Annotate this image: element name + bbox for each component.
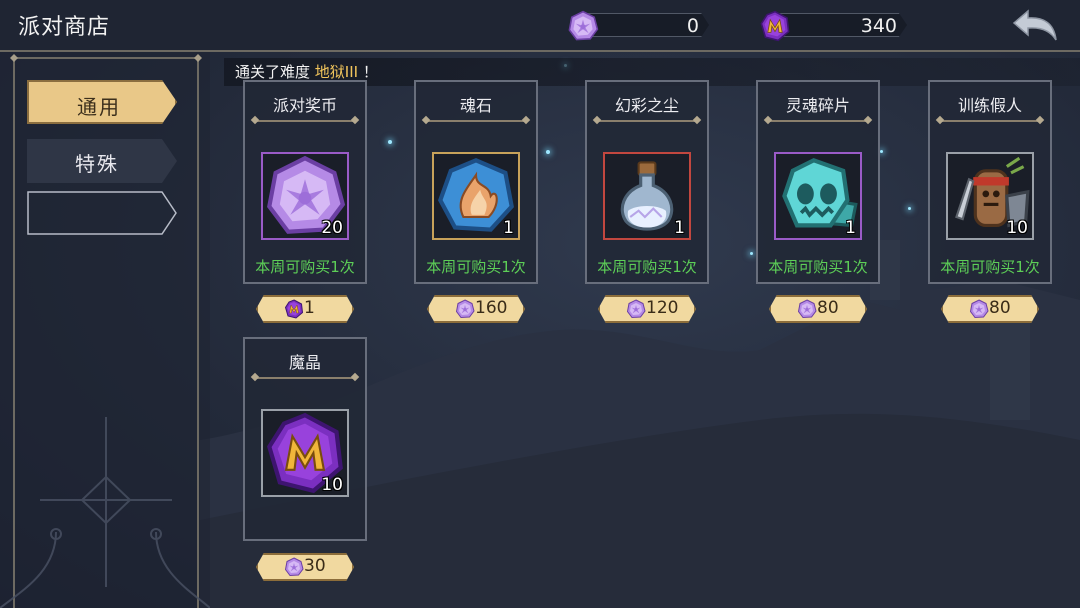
card-divider [768,120,868,122]
top-bar: 派对商店 0 340 [0,0,1080,50]
card-divider [255,377,355,379]
item-count: 10 [321,475,343,495]
currency-party-coin: 0 [567,10,717,40]
item-frame: 20 [261,152,349,240]
purchase-limit: 本周可购买1次 [768,258,868,276]
purchase-limit: 本周可购买1次 [426,258,526,276]
back-button[interactable] [1010,8,1060,44]
item-name: 魔晶 [288,353,321,372]
item-frame: 1 [432,152,520,240]
item-frame: 1 [774,152,862,240]
difficulty-highlight: 地狱III [314,63,359,81]
tab-special[interactable]: 特殊 [27,139,177,183]
item-name: 幻彩之尘 [614,96,679,115]
item-count: 20 [321,218,343,238]
buy-button-soulstone[interactable]: 160 [427,295,525,323]
purple-flower-gem-icon [284,557,304,577]
item-name: 派对奖币 [272,96,337,115]
sparkle-star [908,207,911,210]
page-title: 派对商店 [18,15,111,40]
price-value: 160 [475,298,508,318]
shop-item-training-dummy[interactable]: 训练假人 10 本周可购买1次 [928,80,1052,284]
sidebar-frame [0,52,210,608]
sparkle-star [750,252,753,255]
buy-button-magic-crystal[interactable]: 30 [256,553,354,581]
shop-item-prismatic-dust[interactable]: 幻彩之尘 1 本周可购买1次 [585,80,709,284]
price-value: 1 [304,298,315,318]
card-divider [255,120,355,122]
price-value: 80 [989,298,1011,318]
currency-magic-crystal: 340 [759,10,909,40]
currency-value: 340 [860,15,897,37]
currency-bar: 340 [771,13,907,37]
card-divider [940,120,1040,122]
item-frame: 10 [261,409,349,497]
shop-item-magic-crystal[interactable]: 魔晶 10 [243,337,367,541]
sparkle-star [546,150,550,154]
price-value: 120 [646,298,679,318]
shop-item-soul-shard[interactable]: 灵魂碎片 1 本周可购买1次 [756,80,880,284]
currency-value: 0 [686,15,699,37]
purple-m-crystal-icon [759,10,791,42]
price-value: 80 [817,298,839,318]
purchase-limit: 本周可购买1次 [597,258,697,276]
purple-flower-gem-icon [455,299,475,319]
buy-button-party-coin[interactable]: 1 [256,295,354,323]
item-count: 10 [1006,218,1028,238]
price-value: 30 [304,556,326,576]
item-frame: 1 [603,152,691,240]
clear-notice: 通关了难度 地狱III ！ [235,61,378,82]
item-count: 1 [845,218,856,238]
tab-general[interactable]: 通用 [27,80,177,124]
buy-button-prismatic-dust[interactable]: 120 [598,295,696,323]
item-count: 1 [503,218,514,238]
back-arrow-icon [1012,9,1057,41]
shop-item-soulstone[interactable]: 魂石 1 本周可购买1次 [414,80,538,284]
purple-flower-gem-icon [626,299,646,319]
purchase-limit: 本周可购买1次 [940,258,1040,276]
purple-flower-gem-icon [797,299,817,319]
tab-label: 通用 [77,95,121,119]
item-count: 1 [674,218,685,238]
item-name: 魂石 [459,96,492,115]
card-divider [426,120,526,122]
sidebar: 通用 特殊 [0,52,210,608]
buy-button-soul-shard[interactable]: 80 [769,295,867,323]
purchase-limit: 本周可购买1次 [255,258,355,276]
tab-label: 特殊 [75,152,119,176]
item-name: 训练假人 [957,96,1022,115]
item-frame: 10 [946,152,1034,240]
card-divider [597,120,697,122]
purple-m-crystal-icon [284,299,304,319]
shop-item-party-coin[interactable]: 派对奖币 20 本周可购买1次 [243,80,367,284]
sparkle-star [388,140,392,144]
buy-button-training-dummy[interactable]: 80 [941,295,1039,323]
item-name: 灵魂碎片 [785,96,850,115]
sparkle-star [880,150,883,153]
purple-flower-gem-icon [567,10,599,42]
purple-flower-gem-icon [969,299,989,319]
notice-prefix: 通关了难度 [235,63,315,81]
notice-suffix: ！ [358,63,378,81]
